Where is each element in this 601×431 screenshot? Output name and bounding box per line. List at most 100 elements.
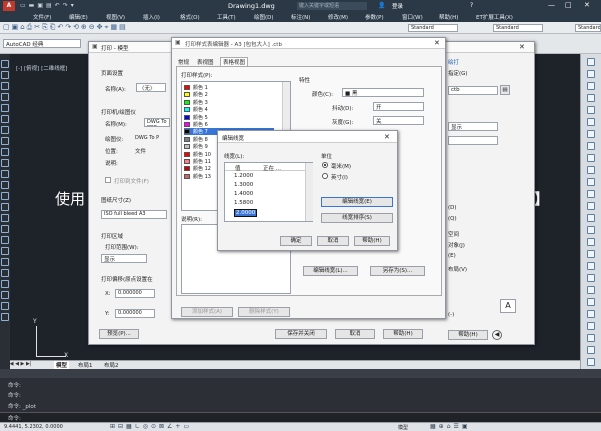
tab-table-view[interactable]: 表视图 (197, 58, 214, 66)
menu-item[interactable]: 工具(T) (217, 13, 236, 21)
orientation-preview[interactable]: A (500, 299, 516, 313)
modify-tool-icon[interactable] (587, 274, 595, 282)
lw-ok-button[interactable]: 确定 (280, 236, 312, 246)
modify-tool-icon[interactable] (587, 214, 595, 222)
pse-close-icon[interactable]: ✕ (434, 39, 440, 47)
draw-tool-icon[interactable] (1, 93, 9, 101)
page-setup-name-dropdown[interactable]: 〈无〉 (136, 83, 166, 92)
modify-tool-icon[interactable] (587, 82, 595, 90)
menu-item[interactable]: 编辑(E) (69, 13, 88, 21)
modify-tool-icon[interactable] (587, 118, 595, 126)
menu-item[interactable]: 文件(F) (33, 13, 51, 21)
plot-option-2[interactable]: (Q) (448, 216, 457, 222)
menu-item[interactable]: ET扩展工具(X) (476, 13, 513, 21)
plot-to-file-checkbox[interactable] (105, 177, 111, 183)
lineweight-value[interactable]: 2.0000 (234, 209, 258, 217)
offset-y-input[interactable]: 0.000000 (115, 309, 155, 318)
lw-col-value[interactable]: 值 (235, 164, 241, 172)
draw-tool-icon[interactable] (1, 104, 9, 112)
user-icon[interactable]: 👤 (378, 2, 385, 9)
menu-item[interactable]: 标注(N) (291, 13, 310, 21)
plot-style-edit-button[interactable]: ▤ (500, 85, 510, 95)
menu-item[interactable]: 修改(M) (328, 13, 348, 21)
offset-x-input[interactable]: 0.000000 (115, 289, 155, 298)
plot-style-item[interactable]: 颜色 8 (184, 136, 208, 143)
lineweight-value[interactable]: 1.4000 (234, 191, 253, 197)
workspace-dropdown[interactable]: AutoCAD 经典 (3, 39, 81, 48)
draw-tool-icon[interactable] (1, 269, 9, 277)
close-button[interactable]: ✕ (584, 1, 590, 9)
draw-tool-icon[interactable] (1, 214, 9, 222)
style-dropdown-1[interactable]: Standard (408, 24, 458, 32)
lw-scrollbar[interactable] (305, 163, 313, 221)
draw-tool-icon[interactable] (1, 170, 9, 178)
unit-in-radio[interactable] (322, 173, 328, 179)
status-toggle-icons[interactable]: ⊞⊟▦∟◎⊙⊠∠+▭ (110, 423, 192, 430)
plot-option-6[interactable]: 布局(V) (448, 265, 467, 273)
sort-lineweights-button[interactable]: 线宽排序(S) (321, 213, 393, 223)
menu-item[interactable]: 帮助(H) (439, 13, 458, 21)
modify-tool-icon[interactable] (587, 190, 595, 198)
tab-form-view[interactable]: 表格视图 (220, 57, 249, 66)
modify-tool-icon[interactable] (587, 58, 595, 66)
draw-tool-icon[interactable] (1, 126, 9, 134)
minimize-button[interactable]: — (548, 1, 555, 9)
menu-item[interactable]: 格式(O) (180, 13, 200, 21)
edit-lineweights-button[interactable]: 编辑线宽(L)... (303, 266, 358, 276)
menu-item[interactable]: 窗口(W) (402, 13, 423, 21)
what-to-plot-dropdown[interactable]: 显示 (101, 254, 147, 263)
maximize-button[interactable]: □ (565, 1, 572, 9)
plot-style-item[interactable]: 颜色 2 (184, 91, 208, 98)
shaded-viewport-dropdown[interactable]: 显示 (448, 122, 498, 131)
draw-tool-icon[interactable] (1, 225, 9, 233)
edit-lineweight-button[interactable]: 编辑线宽(E) (321, 197, 393, 207)
draw-tool-icon[interactable] (1, 137, 9, 145)
plot-style-item[interactable]: 颜色 3 (184, 99, 208, 106)
menu-item[interactable]: 插入(I) (143, 13, 160, 21)
modify-tool-icon[interactable] (587, 94, 595, 102)
modify-tool-icon[interactable] (587, 298, 595, 306)
draw-tool-icon[interactable] (1, 291, 9, 299)
modify-tool-icon[interactable] (587, 322, 595, 330)
modify-tool-icon[interactable] (587, 178, 595, 186)
modify-tool-icon[interactable] (587, 106, 595, 114)
help-icon[interactable]: ? (470, 2, 473, 9)
lineweight-value[interactable]: 1.3000 (234, 182, 253, 188)
draw-tool-icon[interactable] (1, 148, 9, 156)
modify-tool-icon[interactable] (587, 130, 595, 138)
save-and-close-button[interactable]: 保存并关闭 (275, 329, 327, 339)
modify-tool-icon[interactable] (587, 166, 595, 174)
plot-option-5[interactable]: (E) (448, 253, 456, 259)
delete-style-button[interactable]: 删除样式(Y) (238, 307, 290, 317)
quick-access-icons[interactable]: ▭▬▣▤↶↷▾ (20, 2, 140, 10)
draw-tool-icon[interactable] (1, 258, 9, 266)
plot-style-item[interactable]: 颜色 11 (184, 158, 211, 165)
app-logo[interactable]: A (3, 1, 15, 11)
plot-close-icon[interactable]: ✕ (519, 43, 525, 51)
printer-name-dropdown[interactable]: DWG To PDF (144, 118, 170, 127)
plot-style-item[interactable]: 颜色 6 (184, 121, 208, 128)
viewport-label[interactable]: [-] [俯视] [二维线框] (16, 64, 67, 72)
draw-tool-icon[interactable] (1, 181, 9, 189)
modify-tool-icon[interactable] (587, 250, 595, 258)
dither-dropdown[interactable]: 开 (373, 102, 424, 111)
draw-tool-icon[interactable] (1, 247, 9, 255)
plot-style-item[interactable]: 颜色 5 (184, 114, 208, 121)
modify-tool-icon[interactable] (587, 142, 595, 150)
plot-style-item[interactable]: 颜色 9 (184, 143, 208, 150)
draw-tool-icon[interactable] (1, 203, 9, 211)
modify-tool-icon[interactable] (587, 334, 595, 342)
modify-tool-icon[interactable] (587, 154, 595, 162)
modify-tool-icon[interactable] (587, 202, 595, 210)
modify-tool-icon[interactable] (587, 70, 595, 78)
style-dropdown-2[interactable]: Standard (493, 24, 543, 32)
plot-style-item[interactable]: 颜色 4 (184, 106, 208, 113)
modify-tool-icon[interactable] (587, 262, 595, 270)
lineweight-value[interactable]: 1.2000 (234, 173, 253, 179)
draw-tool-icon[interactable] (1, 159, 9, 167)
unit-mm-radio[interactable] (322, 162, 328, 168)
plot-link-label[interactable]: 绘打 (448, 58, 459, 66)
modify-tool-icon[interactable] (587, 226, 595, 234)
plot-style-item[interactable]: 颜色 13 (184, 173, 211, 180)
paper-size-dropdown[interactable]: ISO full bleed A3 (101, 210, 167, 219)
